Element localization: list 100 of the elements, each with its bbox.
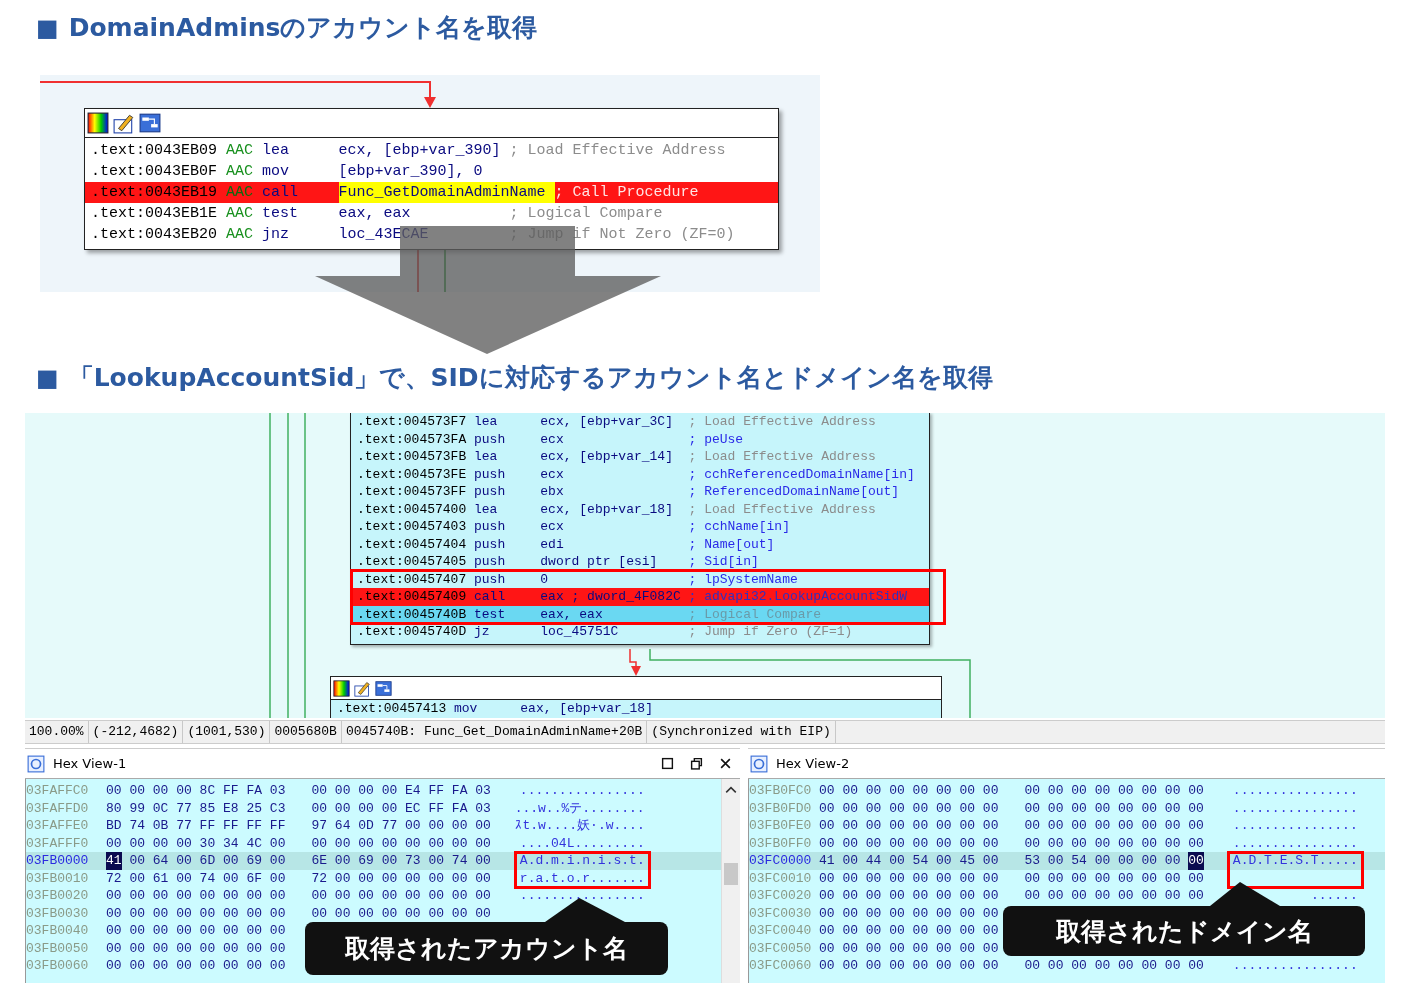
code-line[interactable]: .text:00457413 mov eax, [ebp+var_18] (331, 700, 941, 718)
hex-row[interactable]: 03FC0050 00 00 00 00 00 00 00 00 (749, 939, 999, 957)
hex-bytes: 00 00 00 00 00 00 00 00 (1024, 782, 1204, 800)
graph-icon[interactable] (375, 679, 392, 697)
code-line[interactable]: .text:004573FF push ebx ; ReferencedDomainName[out] (351, 483, 929, 501)
code-line[interactable]: .text:00457404 push edi ; Name[out] (351, 535, 929, 553)
hex-row[interactable]: 03FB0FC0 00 00 00 00 00 00 00 00 00 00 00 00 00 00 00 00 ................ (749, 782, 1358, 800)
hex-row[interactable]: 03FC0040 00 00 00 00 00 00 00 00 (749, 922, 999, 940)
hex-address: 03FB0FF0 (749, 834, 813, 852)
hex-row[interactable]: 03FAFFE0 BD 74 0B 77 FF FF FF FF 97 64 0D 77 00 00 00 00 ｽt.w....妖·.w.... (26, 817, 645, 835)
hex-row[interactable]: 03FB0FF0 00 00 00 00 00 00 00 00 00 00 00 00 00 00 00 00 ................ (749, 834, 1358, 852)
code-line[interactable]: .text:00457403 push ecx ; cchName[in] (351, 518, 929, 536)
mnemonic-text: lea (262, 141, 291, 161)
color-palette-icon[interactable] (333, 679, 350, 697)
hex-row[interactable]: 03FB0050 00 00 00 00 00 00 00 00 (26, 939, 286, 957)
ascii-text: ....04L......... (519, 834, 645, 852)
color-palette-icon[interactable] (87, 112, 109, 134)
hex-row[interactable]: 03FC0030 00 00 00 00 00 00 00 00 (749, 904, 999, 922)
graph-edge (629, 648, 641, 676)
pencil-icon[interactable] (113, 112, 135, 134)
hex-address: 03FB0010 (26, 869, 90, 887)
restore-icon[interactable] (690, 757, 703, 770)
status-text: (-212,4682) (88, 721, 184, 743)
pencil-icon[interactable] (354, 679, 371, 697)
operand-text: eax, [ebp+var_18] (520, 700, 654, 718)
comment-text: ; Load Effective Address (688, 413, 876, 431)
mnemonic-text: test (262, 204, 300, 224)
hex-row[interactable]: 03FB0000 41 00 64 00 6D 00 69 00 6E 00 69 00 73 00 74 00 A.d.m.i.n.i.s.t. (26, 852, 721, 870)
cursor-byte: 41 (106, 852, 122, 870)
mnemonic-text: push (474, 570, 507, 588)
hex-row[interactable]: 03FB0040 00 00 00 00 00 00 00 00 (26, 922, 286, 940)
comment-text: ; Jump if Zero (ZF=1) (688, 623, 853, 641)
ascii-text: ................ (1232, 957, 1358, 975)
window-icon (27, 754, 45, 773)
hex-bytes: 00 00 00 00 00 00 00 00 (819, 939, 999, 957)
comment-text: ; Name[out] (688, 535, 775, 553)
address-text: .text:00457405 (357, 553, 468, 571)
mnemonic-text: push (474, 430, 507, 448)
hex-row[interactable]: 03FB0FE0 00 00 00 00 00 00 00 00 00 00 00 00 00 00 00 00 ................ (749, 817, 1358, 835)
hex-row[interactable]: 03FAFFF0 00 00 00 00 30 34 4C 00 00 00 00 00 00 00 00 00 ....04L......... (26, 834, 645, 852)
hex-row[interactable]: 03FB0020 00 00 00 00 00 00 00 00 00 00 00 00 00 00 00 00 ................ (26, 887, 645, 905)
hex-row[interactable]: 03FAFFC0 00 00 00 00 8C FF FA 03 00 00 00 00 E4 FF FA 03 ................ (26, 782, 645, 800)
code-line[interactable]: .text:00457400 lea ecx, [ebp+var_18] ; Load Effective Address (351, 500, 929, 518)
code-line[interactable]: .text:0043EB0F AAC mov [ebp+var_390], 0 (85, 161, 778, 182)
scroll-up-icon[interactable] (725, 785, 737, 795)
operand-text: eax ; dword_4F082C (540, 588, 681, 606)
address-text: .text:00457407 (357, 570, 468, 588)
operand-text: ecx, [ebp+var_390] (338, 141, 501, 161)
hex-row[interactable]: 03FAFFD0 80 99 0C 77 85 E8 25 C3 00 00 00 00 EC FF FA 03 ...w..%テ........ (26, 799, 645, 817)
scrollbar[interactable] (721, 779, 740, 983)
hex-bytes: BD 74 0B 77 FF FF FF FF (106, 817, 286, 835)
scroll-thumb[interactable] (724, 863, 738, 885)
address-text: .text:0045740B (357, 605, 468, 623)
hex-row[interactable]: 03FB0060 00 00 00 00 00 00 00 00 (26, 957, 286, 975)
address-text: .text:004573F7 (357, 413, 468, 431)
code-line[interactable]: .text:0045740D jz loc_45751C ; Jump if Zero (ZF=1) (351, 623, 929, 641)
graph-icon[interactable] (139, 112, 161, 134)
hex-bytes: 72 00 61 00 74 00 6F 00 (106, 869, 286, 887)
hex-bytes: 00 00 00 00 00 00 00 00 (819, 904, 999, 922)
code-line[interactable]: .text:004573F7 lea ecx, [ebp+var_3C] ; Load Effective Address (351, 413, 929, 431)
address-text: .text:0043EB09 (91, 141, 219, 161)
hex-row[interactable]: 03FC0020 00 00 00 00 00 00 00 00 00 00 00 00 00 00 00 00 ...... (749, 887, 1358, 905)
hex-bytes: 97 64 0D 77 00 00 00 00 (311, 817, 491, 835)
code-line[interactable]: .text:004573FE push ecx ; cchReferencedDomainName[in] (351, 465, 929, 483)
comment-text: ; Call Procedure (554, 183, 699, 203)
code-line[interactable]: .text:00457407 push 0 ; lpSystemName (351, 570, 929, 588)
mnemonic-text: test (474, 605, 507, 623)
hex-bytes: 00 00 00 00 00 00 00 00 (819, 799, 999, 817)
hex-row[interactable]: 03FB0FD0 00 00 00 00 00 00 00 00 00 00 00 00 00 00 00 00 ................ (749, 799, 1358, 817)
hex-bytes: 00 00 00 00 00 00 00 00 (106, 922, 286, 940)
heading-title: DomainAdminsのアカウント名を取得 (68, 12, 538, 44)
code-line[interactable]: .text:004573FA push ecx ; peUse (351, 430, 929, 448)
hex-address: 03FAFFE0 (26, 817, 90, 835)
code-line[interactable]: .text:0043EB1E AAC test eax, eax ; Logical Compare (85, 203, 778, 224)
maximize-icon[interactable] (661, 757, 674, 770)
hex-row[interactable]: 03FC0010 00 00 00 00 00 00 00 00 00 00 00 00 00 00 00 00 (749, 869, 1204, 887)
ascii-text: ...w..%テ........ (514, 799, 645, 817)
hex-bytes: 00 00 00 00 00 00 00 00 (106, 939, 286, 957)
hex-bytes: 00 00 00 00 00 00 00 00 (106, 957, 286, 975)
segment-text: AAC (226, 204, 255, 224)
hex-bytes: 00 00 00 00 00 00 00 00 (1024, 887, 1204, 905)
code-line[interactable]: .text:00457405 push dword ptr [esi] ; Sid[in] (351, 553, 929, 571)
ascii-text: A.d.m.i.n.i.s.t. (519, 852, 645, 870)
hex-row[interactable]: 03FB0010 72 00 61 00 74 00 6F 00 72 00 00 00 00 00 00 00 r.a.t.o.r....... (26, 869, 645, 887)
hex-bytes: 53 00 54 00 00 00 00 (1024, 852, 1181, 870)
hex-address: 03FAFFC0 (26, 782, 90, 800)
code-line[interactable]: .text:0043EB09 AAC lea ecx, [ebp+var_390] ; Load Effective Address (85, 140, 778, 161)
hex-row[interactable]: 03FC0060 00 00 00 00 00 00 00 00 00 00 00 00 00 00 00 00 ................ (749, 957, 1358, 975)
hex-bytes: 00 00 00 00 00 00 00 00 (311, 887, 491, 905)
hex-row[interactable]: 03FB0030 00 00 00 00 00 00 00 00 00 00 00 00 00 00 00 00 (26, 904, 491, 922)
hex-address: 03FC0020 (749, 887, 813, 905)
close-icon[interactable] (719, 757, 732, 770)
code-line[interactable]: .text:004573FB lea ecx, [ebp+var_14] ; Load Effective Address (351, 448, 929, 466)
hex-row[interactable]: 03FC0000 41 00 44 00 54 00 45 00 53 00 54 00 00 00 00 00 A.D.T.E.S.T..... (749, 852, 1385, 870)
operand-text: ecx (540, 518, 565, 536)
hex-bytes: 00 00 00 00 00 00 00 00 (1024, 869, 1204, 887)
mnemonic-text: call (262, 183, 300, 203)
hex-address: 03FC0000 (749, 852, 813, 870)
address-text: .text:0043EB0F (91, 162, 219, 182)
hex-address: 03FC0040 (749, 922, 813, 940)
